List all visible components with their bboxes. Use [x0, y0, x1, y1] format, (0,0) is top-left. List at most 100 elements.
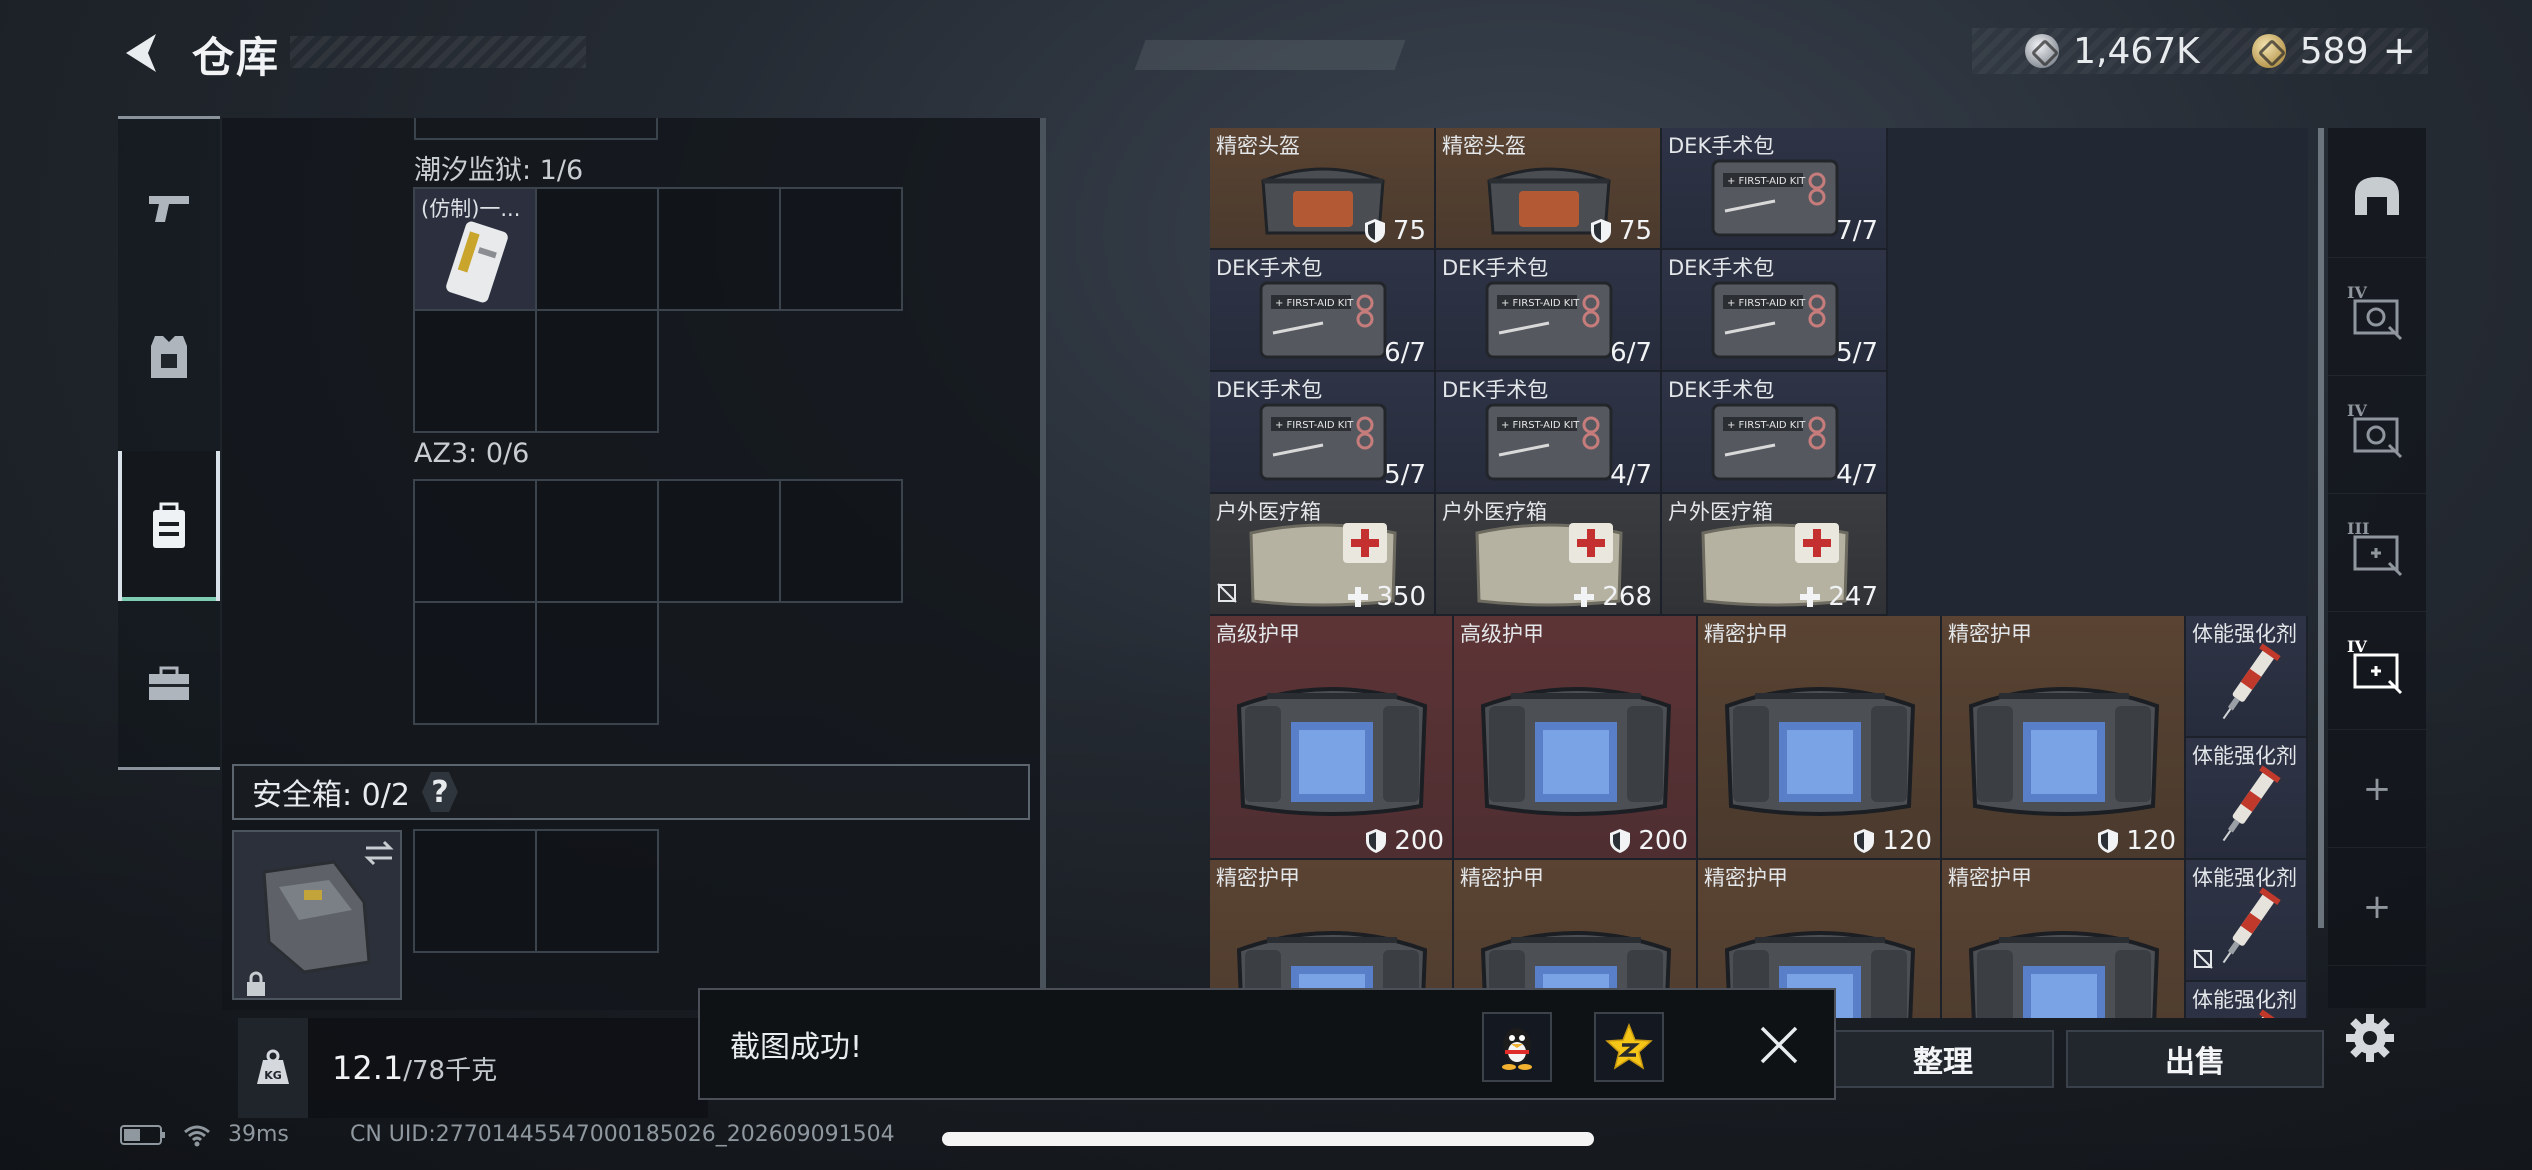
item-value: 200	[1608, 826, 1688, 856]
warehouse-item[interactable]: + FIRST-AID KIT DEK手术包 7/7	[1662, 128, 1888, 250]
item-value: 247	[1798, 582, 1878, 612]
toast-close-button[interactable]	[1754, 1020, 1804, 1070]
sidebar-item-weapon[interactable]	[118, 133, 220, 283]
grid-slot[interactable]	[657, 479, 781, 603]
surgery-item-icon: + FIRST-AID KIT	[1479, 273, 1619, 369]
item-value: 4/7	[1836, 460, 1878, 490]
item-value-text: 5/7	[1384, 460, 1426, 490]
item-name: 精密护甲	[1948, 622, 2032, 646]
gold-coin-icon	[2251, 34, 2286, 68]
warehouse-item[interactable]: + FIRST-AID KIT DEK手术包 5/7	[1662, 250, 1888, 372]
silver-coin-icon	[2025, 34, 2060, 68]
prev-section-edge	[414, 118, 658, 140]
warehouse-item[interactable]: 户外医疗箱 247	[1662, 494, 1888, 616]
weight-current: 12.1	[332, 1049, 404, 1087]
backpack-icon	[153, 502, 185, 548]
toast-message: 截图成功!	[730, 1030, 863, 1065]
grid-slot[interactable]	[413, 601, 537, 725]
share-qzone-button[interactable]	[1594, 1012, 1664, 1082]
svg-text:+ FIRST-AID KIT: + FIRST-AID KIT	[1501, 420, 1580, 431]
weight-icon: KG	[238, 1018, 308, 1118]
item-value: 7/7	[1836, 216, 1878, 246]
warehouse-item[interactable]: 高级护甲 200	[1210, 616, 1454, 860]
warehouse-item[interactable]: 高级护甲 200	[1454, 616, 1698, 860]
sidebar-item-armor[interactable]	[118, 283, 220, 433]
surgery-item-icon: + FIRST-AID KIT	[1705, 395, 1845, 491]
add-gold-button[interactable]: +	[2382, 28, 2416, 74]
item-value: 268	[1572, 582, 1652, 612]
grid-slot[interactable]	[535, 479, 659, 603]
warehouse-item[interactable]: 体能强化剂	[2186, 982, 2308, 1018]
filter-add-filter[interactable]: +	[2328, 730, 2426, 848]
ping-value: 39ms	[228, 1122, 289, 1147]
title-decoration	[290, 36, 586, 68]
share-qq-button[interactable]	[1482, 1012, 1552, 1082]
back-arrow-icon	[126, 34, 156, 72]
warehouse-item[interactable]: 体能强化剂	[2186, 616, 2308, 738]
filter-tier4-gear-filter[interactable]: IV	[2328, 258, 2426, 376]
gold-amount: 589	[2299, 30, 2369, 72]
filter-tier4-gear-filter[interactable]: IV	[2328, 376, 2426, 494]
help-button[interactable]: ?	[421, 772, 458, 812]
sell-button[interactable]: 出售	[2066, 1030, 2324, 1088]
warehouse-item[interactable]: 精密护甲 120	[1942, 616, 2186, 860]
shield-icon	[2098, 829, 2119, 853]
tier4-medkit-filter-icon: IV	[2347, 637, 2407, 701]
warehouse-item[interactable]: + FIRST-AID KIT DEK手术包 6/7	[1210, 250, 1436, 372]
grid-slot[interactable]	[413, 829, 537, 953]
lock-icon	[247, 971, 265, 996]
warehouse-item[interactable]: + FIRST-AID KIT DEK手术包 6/7	[1436, 250, 1662, 372]
qzone-star-icon	[1605, 1022, 1653, 1070]
warehouse-item[interactable]: 体能强化剂	[2186, 860, 2308, 982]
item-value-text: 120	[2126, 826, 2176, 856]
grid-slot[interactable]	[413, 479, 537, 603]
sidebar-item-backpack[interactable]	[118, 451, 220, 601]
grid-slot[interactable]	[779, 479, 903, 603]
settings-button[interactable]	[2342, 1010, 2398, 1066]
grid-slot[interactable]	[535, 187, 659, 311]
equipment-sidebar	[118, 116, 220, 770]
safe-box-header: 安全箱: 0/2 ?	[232, 764, 1030, 820]
warehouse-item[interactable]: 精密头盔 75	[1210, 128, 1436, 250]
warehouse-item[interactable]: + FIRST-AID KIT DEK手术包 4/7	[1436, 372, 1662, 494]
warehouse-item[interactable]: + FIRST-AID KIT DEK手术包 4/7	[1662, 372, 1888, 494]
warehouse-item[interactable]: 户外医疗箱 268	[1436, 494, 1662, 616]
warehouse-item[interactable]: 户外医疗箱 350	[1210, 494, 1436, 616]
grid-gap	[779, 309, 903, 433]
back-button[interactable]	[118, 28, 168, 78]
wifi-icon	[184, 1125, 210, 1146]
warehouse-scrollbar[interactable]	[2318, 128, 2324, 928]
grid-slot[interactable]	[779, 187, 903, 311]
warehouse-item[interactable]: 精密护甲	[1942, 860, 2186, 1018]
warehouse-item[interactable]: + FIRST-AID KIT DEK手术包 5/7	[1210, 372, 1436, 494]
item-name: 精密护甲	[1704, 866, 1788, 890]
grid-slot[interactable]	[413, 309, 537, 433]
warehouse-item[interactable]: 精密头盔 75	[1436, 128, 1662, 250]
surgery-item-icon: + FIRST-AID KIT	[1253, 273, 1393, 369]
svg-text:+ FIRST-AID KIT: + FIRST-AID KIT	[1727, 420, 1806, 431]
warehouse-item[interactable]: 精密护甲 120	[1698, 616, 1942, 860]
sort-button[interactable]: 整理	[1832, 1030, 2054, 1088]
qq-penguin-icon	[1502, 1028, 1532, 1070]
item-value: 200	[1364, 826, 1444, 856]
grid-slot[interactable]	[535, 829, 659, 953]
status-bar: 39ms	[120, 1122, 289, 1147]
background-light-left	[1134, 40, 1406, 70]
grid-slot[interactable]	[535, 309, 659, 433]
shield-icon	[1366, 829, 1387, 853]
sidebar-item-toolbox[interactable]	[118, 609, 220, 759]
filter-tier3-medkit-filter[interactable]: III	[2328, 494, 2426, 612]
backpack-item[interactable]: (仿制)一...	[413, 187, 537, 311]
swap-icon[interactable]	[362, 838, 396, 868]
safe-box-item[interactable]	[232, 830, 402, 1000]
home-indicator[interactable]	[942, 1132, 1594, 1146]
filter-add-filter[interactable]: +	[2328, 848, 2426, 966]
grid-slot[interactable]	[535, 601, 659, 725]
item-name: 精密护甲	[1216, 866, 1300, 890]
grid-slot[interactable]	[657, 187, 781, 311]
item-name: 高级护甲	[1216, 622, 1300, 646]
filter-tier4-medkit-filter[interactable]: IV	[2328, 612, 2426, 730]
warehouse-item[interactable]: 体能强化剂	[2186, 738, 2308, 860]
backpack-scrollbar[interactable]	[1040, 118, 1046, 1008]
filter-helmet-filter[interactable]	[2328, 140, 2426, 258]
